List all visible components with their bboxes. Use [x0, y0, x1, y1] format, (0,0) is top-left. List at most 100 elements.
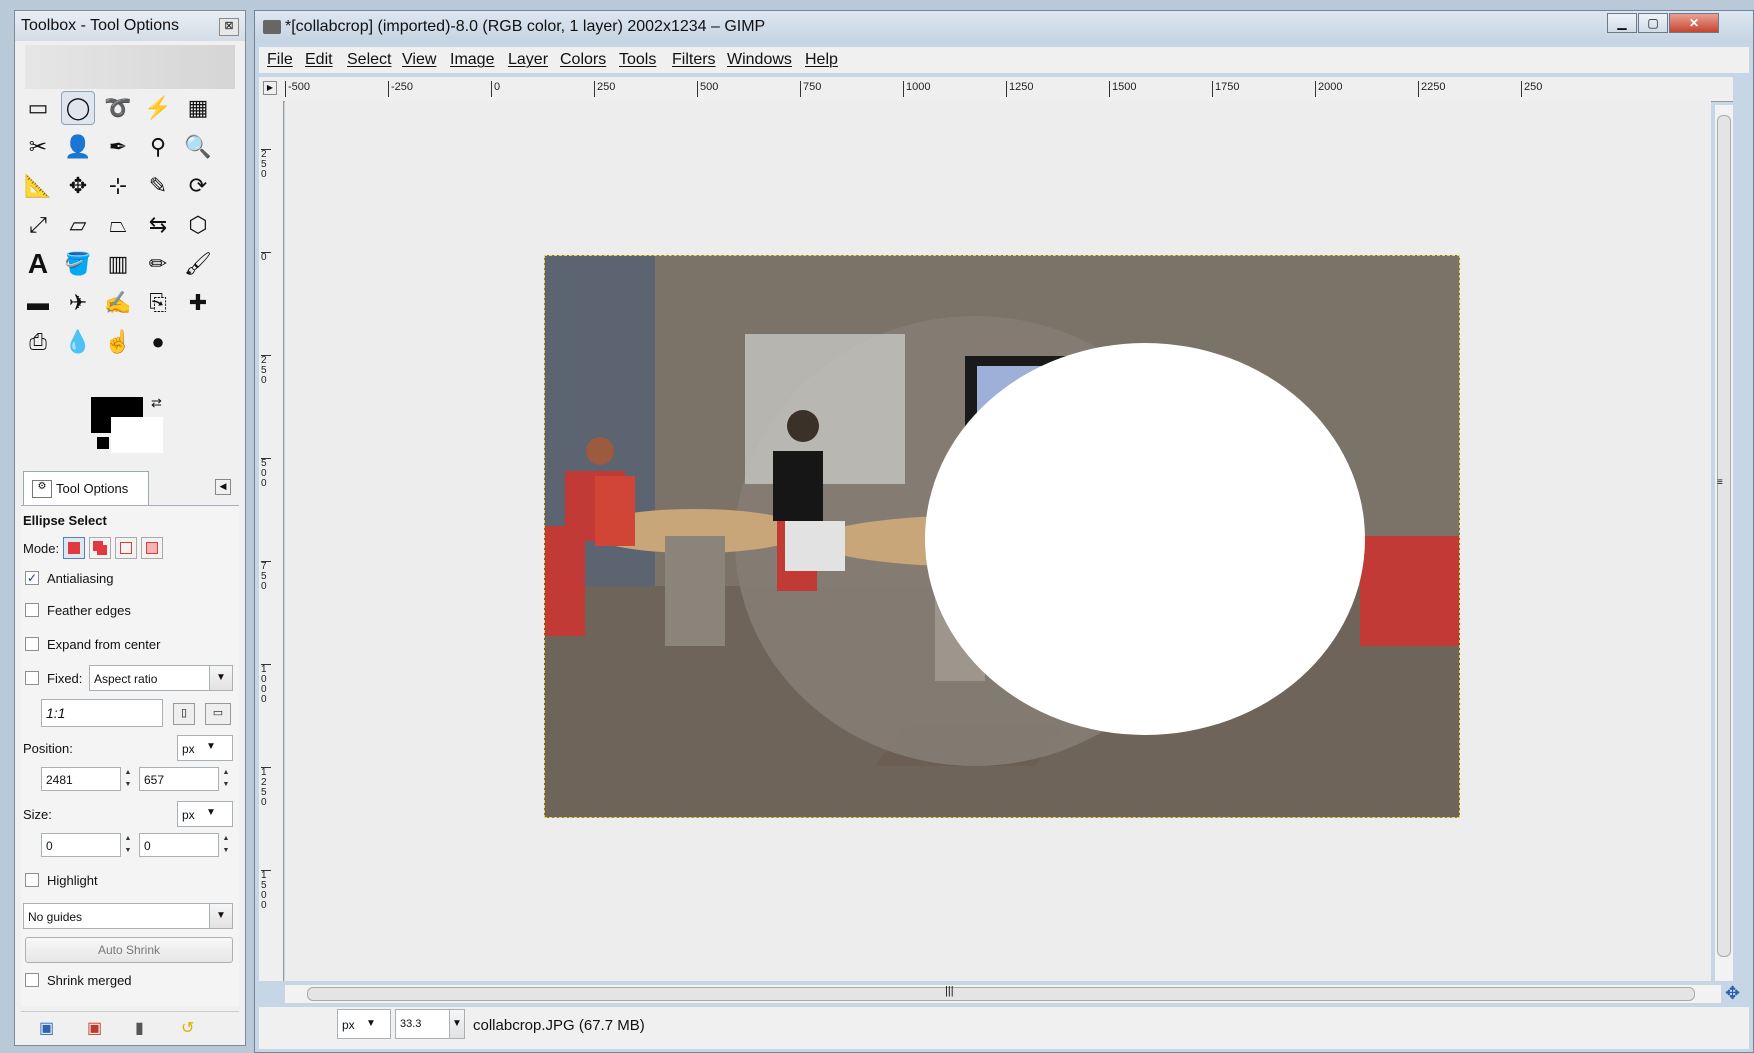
airbrush-icon[interactable]: ✈ — [61, 286, 95, 320]
toolbox-titlebar[interactable]: Toolbox - Tool Options ⊠ — [15, 11, 245, 41]
size-height-input[interactable]: 0 — [139, 833, 219, 857]
horizontal-scrollbar[interactable]: ||| — [285, 985, 1721, 1003]
size-unit-value: px — [182, 808, 195, 822]
menu-filters[interactable]: Filters — [672, 51, 716, 69]
close-button[interactable]: ✕ — [1669, 13, 1719, 33]
tab-tool-options[interactable]: ⚙ Tool Options — [23, 471, 149, 505]
menu-file[interactable]: File — [267, 51, 293, 69]
navigate-icon[interactable]: ✥ — [1725, 983, 1740, 1004]
image-canvas[interactable] — [544, 255, 1460, 818]
size-unit-select[interactable]: px ▼ — [177, 801, 233, 827]
auto-shrink-button[interactable]: Auto Shrink — [25, 937, 233, 963]
cage-icon[interactable]: ⬡ — [181, 208, 215, 242]
clone-icon[interactable]: ⎘ — [141, 286, 175, 320]
landscape-icon[interactable]: ▭ — [205, 703, 231, 725]
feather-edges-checkbox[interactable] — [25, 603, 39, 617]
save-options-icon[interactable]: ▣ — [39, 1018, 54, 1038]
blend-icon[interactable]: ▥ — [101, 247, 135, 281]
menu-colors[interactable]: Colors — [560, 51, 606, 69]
menu-tools[interactable]: Tools — [619, 51, 656, 69]
shear-icon[interactable]: ▱ — [61, 208, 95, 242]
delete-options-icon[interactable]: ▮ — [135, 1018, 144, 1038]
scroll-grip-icon: ≡ — [1717, 477, 1723, 488]
perspective-clone-icon[interactable]: ⎙ — [21, 325, 55, 359]
size-width-input[interactable]: 0 — [41, 833, 121, 857]
mode-replace-button[interactable] — [63, 537, 85, 559]
align-icon[interactable]: ⊹ — [101, 169, 135, 203]
bucket-fill-icon[interactable]: 🪣 — [61, 247, 95, 281]
flip-icon[interactable]: ⇆ — [141, 208, 175, 242]
paintbrush-icon[interactable]: 🖌 — [181, 247, 215, 281]
scale-icon[interactable]: ⤢ — [21, 208, 55, 242]
reset-options-icon[interactable]: ↺ — [181, 1018, 194, 1038]
zoom-icon[interactable]: 🔍 — [181, 130, 215, 164]
pencil-icon[interactable]: ✏ — [141, 247, 175, 281]
paths-icon[interactable]: ✒ — [101, 130, 135, 164]
size-width-spinner[interactable]: ▲ ▼ — [123, 833, 133, 857]
aspect-ratio-input[interactable]: 1:1 — [41, 699, 163, 727]
free-select-icon[interactable]: ➰ — [101, 91, 135, 125]
fixed-mode-select[interactable]: Aspect ratio ▼ — [89, 665, 233, 691]
portrait-icon[interactable]: ▯ — [173, 703, 195, 725]
wilber-drop-area[interactable] — [25, 45, 235, 89]
blur-icon[interactable]: 💧 — [61, 325, 95, 359]
expand-from-center-checkbox[interactable] — [25, 637, 39, 651]
scissors-icon[interactable]: ✂ — [21, 130, 55, 164]
text-icon[interactable]: A — [21, 247, 55, 281]
unit-select[interactable]: px ▼ — [337, 1009, 391, 1039]
color-picker-icon[interactable]: ⚲ — [141, 130, 175, 164]
foreground-select-icon[interactable]: 👤 — [61, 130, 95, 164]
menu-image[interactable]: Image — [450, 51, 494, 69]
menu-help[interactable]: Help — [805, 51, 838, 69]
menu-edit[interactable]: Edit — [305, 51, 333, 69]
crop-icon[interactable]: ✎ — [141, 169, 175, 203]
swap-colors-icon[interactable]: ⇄ — [151, 395, 162, 411]
position-x-input[interactable]: 2481 — [41, 767, 121, 791]
minimize-button[interactable]: ▁ — [1607, 13, 1637, 33]
size-height-spinner[interactable]: ▲ ▼ — [221, 833, 231, 857]
highlight-checkbox[interactable] — [25, 873, 39, 887]
ink-icon[interactable]: ✍ — [101, 286, 135, 320]
measure-icon[interactable]: 📐 — [21, 169, 55, 203]
close-icon[interactable]: ⊠ — [219, 18, 239, 36]
tab-menu-icon[interactable]: ◀ — [215, 479, 231, 495]
zoom-select[interactable]: 33.3 ▼ — [395, 1009, 465, 1039]
rotate-icon[interactable]: ⟳ — [181, 169, 215, 203]
position-y-spinner[interactable]: ▲ ▼ — [221, 767, 231, 791]
horizontal-ruler[interactable]: ▶ -500 -250 0 250 500 750 1000 1250 1500 1750 2000… — [259, 77, 1733, 102]
restore-options-icon[interactable]: ▣ — [87, 1018, 102, 1038]
maximize-button[interactable]: ▢ — [1638, 13, 1668, 33]
vertical-scroll-thumb[interactable] — [1717, 115, 1731, 957]
menu-windows[interactable]: Windows — [727, 51, 792, 69]
dodge-burn-icon[interactable]: ● — [141, 325, 175, 359]
image-window-titlebar[interactable]: *[collabcrop] (imported)-8.0 (RGB color,… — [255, 11, 1753, 43]
menu-view[interactable]: View — [402, 51, 436, 69]
menu-select[interactable]: Select — [347, 51, 391, 69]
antialiasing-checkbox[interactable]: ✓ — [25, 571, 39, 585]
color-select-icon[interactable]: ▦ — [181, 91, 215, 125]
position-y-input[interactable]: 657 — [139, 767, 219, 791]
vertical-ruler[interactable]: 250 0 250 500 750 1000 1250 1500 — [259, 101, 284, 981]
guides-select[interactable]: No guides ▼ — [23, 903, 233, 929]
shrink-merged-checkbox[interactable] — [25, 973, 39, 987]
move-icon[interactable]: ✥ — [61, 169, 95, 203]
fixed-checkbox[interactable] — [25, 671, 39, 685]
smudge-icon[interactable]: ☝ — [101, 325, 135, 359]
mode-intersect-button[interactable] — [141, 537, 163, 559]
vertical-scrollbar[interactable] — [1715, 105, 1733, 981]
fuzzy-select-icon[interactable]: ⚡ — [141, 91, 175, 125]
default-colors-icon[interactable] — [97, 437, 109, 449]
eraser-icon[interactable]: ▬ — [21, 286, 55, 320]
menu-layer[interactable]: Layer — [508, 51, 548, 69]
ellipse-select-icon[interactable]: ◯ — [61, 91, 95, 125]
rect-select-icon[interactable]: ▭ — [21, 91, 55, 125]
mode-subtract-button[interactable] — [115, 537, 137, 559]
quick-mask-icon[interactable]: ▶ — [263, 81, 277, 95]
heal-icon[interactable]: ✚ — [181, 286, 215, 320]
perspective-icon[interactable]: ⏢ — [101, 208, 135, 242]
mode-add-button[interactable] — [89, 537, 111, 559]
position-x-spinner[interactable]: ▲ ▼ — [123, 767, 133, 791]
background-color-swatch[interactable] — [111, 417, 163, 453]
horizontal-scroll-thumb[interactable] — [307, 987, 1695, 1001]
position-unit-select[interactable]: px ▼ — [177, 735, 233, 761]
